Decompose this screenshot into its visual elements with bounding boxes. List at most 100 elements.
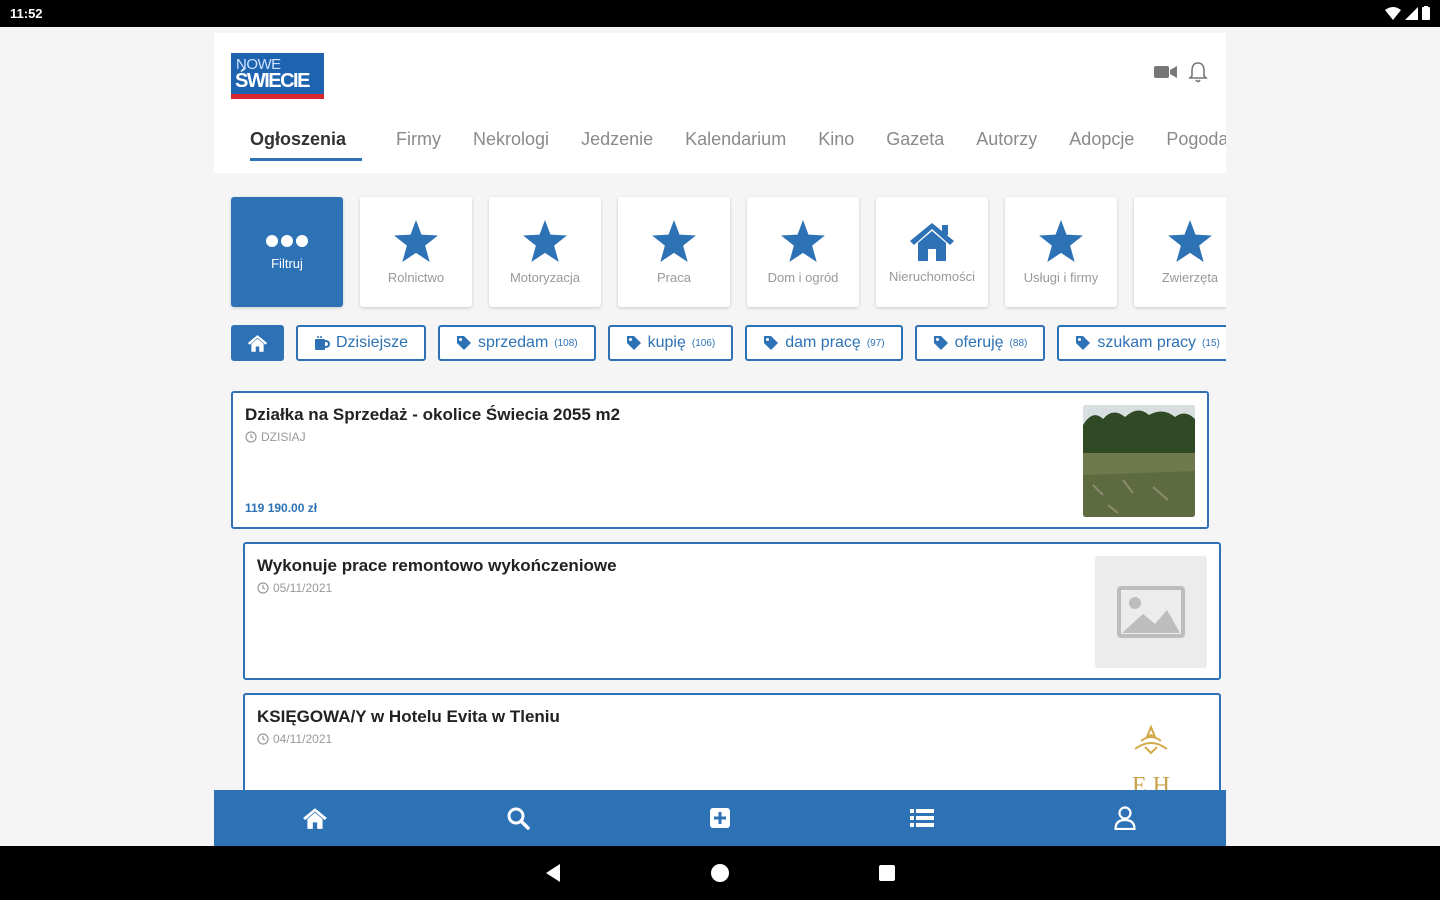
chip-count: (108) <box>554 337 578 349</box>
clock-icon <box>257 733 269 745</box>
tag-icon <box>933 336 948 350</box>
chip-oferuje[interactable]: oferuję (88) <box>914 325 1046 361</box>
back-icon[interactable] <box>544 863 562 883</box>
category-zwierzeta[interactable]: Zwierzęta <box>1134 197 1226 307</box>
nav-profile-button[interactable] <box>1095 790 1155 846</box>
listing-date: DZISIAJ <box>245 430 306 444</box>
user-icon <box>1114 806 1136 830</box>
tab-adopcje[interactable]: Adopcje <box>1053 129 1150 161</box>
logo-line2: ŚWIECIE <box>235 70 310 92</box>
clock-icon <box>257 582 269 594</box>
nav-tabs: Ogłoszenia Firmy Nekrologi Jedzenie Kale… <box>250 129 1226 161</box>
category-label: Zwierzęta <box>1161 269 1219 285</box>
video-camera-icon[interactable] <box>1154 64 1178 80</box>
house-icon <box>910 222 954 261</box>
category-label: Motoryzacja <box>509 269 581 285</box>
tab-kino[interactable]: Kino <box>802 129 870 161</box>
category-nieruchomosci[interactable]: Nieruchomości <box>876 197 988 307</box>
category-dom-i-ogrod[interactable]: Dom i ogród <box>747 197 859 307</box>
add-icon <box>709 808 730 828</box>
tag-icon <box>457 336 472 350</box>
system-nav-bar <box>0 846 1440 900</box>
logo[interactable]: NOWE ŚWIECIE <box>231 53 324 99</box>
status-time: 11:52 <box>10 6 43 21</box>
listing-title: Wykonuje prace remontowo wykończeniowe <box>257 556 617 575</box>
wifi-icon <box>1385 6 1401 20</box>
category-carousel: Filtruj Rolnictwo Motoryzacja Praca Dom … <box>231 197 1226 307</box>
category-label: Filtruj <box>271 255 303 271</box>
tab-autorzy[interactable]: Autorzy <box>960 129 1053 161</box>
category-uslugi-i-firmy[interactable]: Usługi i firmy <box>1005 197 1117 307</box>
nav-home-button[interactable] <box>285 790 345 846</box>
tab-firmy[interactable]: Firmy <box>380 129 457 161</box>
listing-date-text: 04/11/2021 <box>273 732 333 746</box>
tag-icon <box>764 336 779 350</box>
chip-szukam-pracy[interactable]: szukam pracy (15) <box>1057 325 1226 361</box>
listing-date: 04/11/2021 <box>257 732 332 746</box>
chip-dzisiejsze[interactable]: Dzisiejsze <box>296 325 427 361</box>
chip-sprzedam[interactable]: sprzedam (108) <box>438 325 596 361</box>
chip-label: szukam pracy <box>1097 334 1197 351</box>
listing-price: 119 190.00 zł <box>245 501 318 515</box>
category-label: Nieruchomości <box>889 268 975 284</box>
listing-date-text: 05/11/2021 <box>273 581 333 595</box>
star-icon <box>781 219 825 262</box>
home-circle-icon[interactable] <box>710 863 730 883</box>
filter-chips: Dzisiejsze sprzedam (108) kupię (106) da… <box>231 325 1226 361</box>
chip-label: oferuję <box>954 334 1004 351</box>
tab-jedzenie[interactable]: Jedzenie <box>565 129 669 161</box>
header: NOWE ŚWIECIE Ogłoszenia Firmy Nekrologi … <box>214 33 1226 173</box>
status-icons <box>1385 6 1430 20</box>
category-filter[interactable]: Filtruj <box>231 197 343 307</box>
category-rolnictwo[interactable]: Rolnictwo <box>360 197 472 307</box>
chip-dam-prace[interactable]: dam pracę (97) <box>745 325 903 361</box>
chip-label: kupię <box>647 334 686 351</box>
tab-gazeta[interactable]: Gazeta <box>870 129 960 161</box>
category-label: Rolnictwo <box>387 269 445 285</box>
field-photo <box>1083 405 1195 517</box>
category-label: Praca <box>657 269 691 285</box>
mug-icon <box>315 336 330 350</box>
clock-icon <box>245 431 257 443</box>
tab-nekrologi[interactable]: Nekrologi <box>457 129 565 161</box>
tab-kalendarium[interactable]: Kalendarium <box>669 129 802 161</box>
nav-search-button[interactable] <box>488 790 548 846</box>
bell-icon[interactable] <box>1188 61 1208 83</box>
listing-title: KSIĘGOWA/Y w Hotelu Evita w Tleniu <box>257 707 560 726</box>
tag-icon <box>1076 336 1091 350</box>
chip-label: Dzisiejsze <box>336 334 409 351</box>
placeholder-image-icon <box>1095 556 1207 668</box>
home-icon <box>303 808 328 829</box>
chip-label: sprzedam <box>478 334 549 351</box>
listing-title: Działka na Sprzedaż - okolice Świecia 20… <box>245 405 621 424</box>
chip-count: (97) <box>866 337 885 349</box>
chip-home[interactable] <box>231 325 284 361</box>
listing-card[interactable]: Wykonuje prace remontowo wykończeniowe 0… <box>243 542 1221 680</box>
chip-count: (88) <box>1009 337 1028 349</box>
category-label: Usługi i firmy <box>1023 269 1099 285</box>
tag-icon <box>626 336 641 350</box>
status-bar: 11:52 <box>0 0 1440 27</box>
header-icons <box>1154 61 1208 83</box>
star-icon <box>523 219 567 262</box>
listing-card[interactable]: Działka na Sprzedaż - okolice Świecia 20… <box>231 391 1209 529</box>
category-motoryzacja[interactable]: Motoryzacja <box>489 197 601 307</box>
recents-icon[interactable] <box>878 864 896 882</box>
chip-count: (15) <box>1202 337 1220 349</box>
battery-icon <box>1422 6 1430 20</box>
star-icon <box>1168 219 1212 262</box>
listing-date: 05/11/2021 <box>257 581 332 595</box>
chip-label: dam pracę <box>785 334 861 351</box>
tab-ogloszenia[interactable]: Ogłoszenia <box>250 129 363 161</box>
star-icon <box>1039 219 1083 262</box>
nav-add-button[interactable] <box>690 790 750 846</box>
listing-date-text: DZISIAJ <box>261 430 306 444</box>
search-icon <box>507 807 530 830</box>
list-icon <box>910 809 935 827</box>
app-window: NOWE ŚWIECIE Ogłoszenia Firmy Nekrologi … <box>214 33 1226 846</box>
category-praca[interactable]: Praca <box>618 197 730 307</box>
nav-list-button[interactable] <box>892 790 952 846</box>
tab-pogoda[interactable]: Pogoda <box>1150 129 1226 161</box>
chip-kupie[interactable]: kupię (106) <box>607 325 734 361</box>
more-dots-icon <box>266 234 308 247</box>
